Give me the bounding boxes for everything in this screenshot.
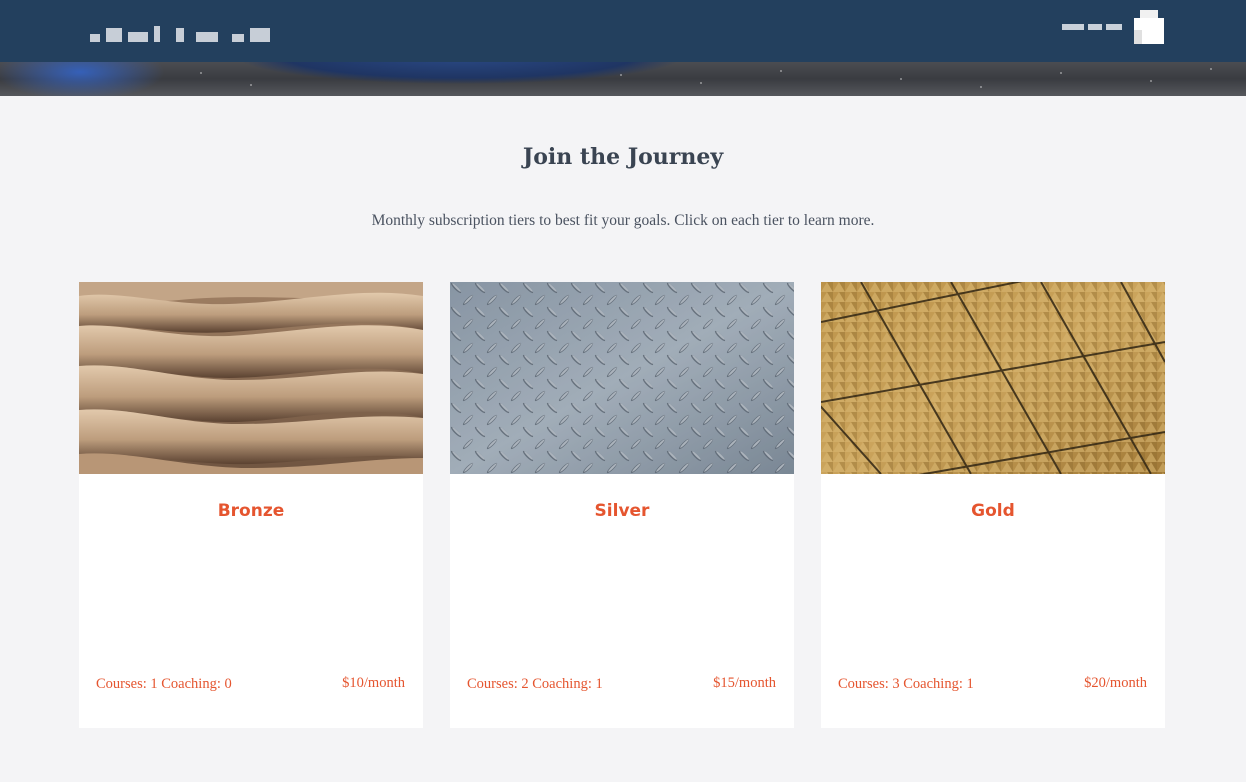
diamond-plate-image	[450, 282, 794, 474]
tier-card-bronze[interactable]: Bronze Courses: 1 Coaching: 0 $10/month	[79, 282, 423, 728]
tier-name: Silver	[594, 501, 650, 521]
tier-name: Gold	[971, 501, 1015, 521]
user-menu[interactable]	[1062, 10, 1166, 44]
tier-card-silver[interactable]: Silver Courses: 2 Coaching: 1 $15/month	[450, 282, 794, 728]
brand-logo[interactable]	[90, 20, 270, 42]
tier-features: Courses: 3 Coaching: 1	[838, 676, 974, 692]
user-name	[1062, 24, 1122, 30]
section-subtitle: Monthly subscription tiers to best fit y…	[371, 212, 875, 229]
sand-dunes-image	[79, 282, 423, 474]
tier-price: $15/month	[713, 675, 776, 691]
tier-name: Bronze	[217, 501, 285, 521]
gold-tile-image	[821, 282, 1165, 474]
avatar[interactable]	[1132, 10, 1166, 44]
hero-image	[0, 62, 1246, 96]
tier-features: Courses: 2 Coaching: 1	[467, 676, 603, 692]
top-navbar	[0, 0, 1246, 62]
tier-features: Courses: 1 Coaching: 0	[96, 676, 232, 692]
tier-price: $20/month	[1084, 675, 1147, 691]
tier-card-gold[interactable]: Gold Courses: 3 Coaching: 1 $20/month	[821, 282, 1165, 728]
tier-price: $10/month	[342, 675, 405, 691]
section-title: Join the Journey	[522, 144, 724, 170]
